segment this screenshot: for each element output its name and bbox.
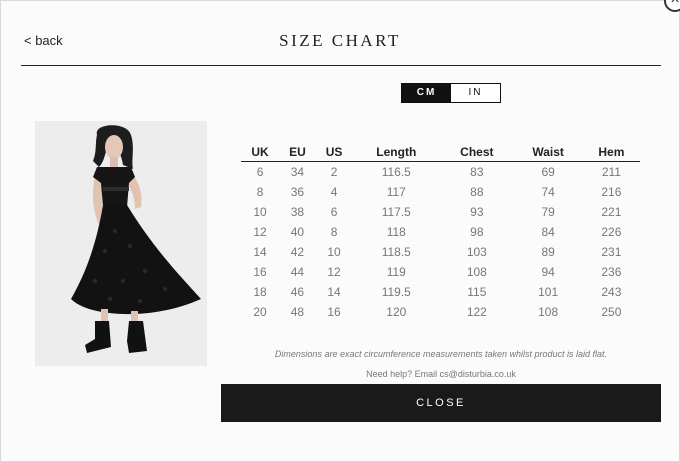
table-cell: 231 xyxy=(601,245,622,259)
table-cell: 250 xyxy=(601,305,622,319)
table-cell: 94 xyxy=(541,265,555,279)
column-header: UK xyxy=(241,143,280,162)
table-cell: 88 xyxy=(470,185,484,199)
table-header-row: UK EU US Length Chest Waist Hem xyxy=(241,143,640,162)
table-cell: 117.5 xyxy=(381,205,411,219)
table-cell: 40 xyxy=(290,225,305,239)
table-cell: 115 xyxy=(467,285,487,299)
table-cell: 98 xyxy=(470,225,484,239)
table-cell: 226 xyxy=(601,225,622,239)
table-cell: 42 xyxy=(290,245,305,259)
table-row: 8 36 4 117 88 74 216 xyxy=(241,182,640,202)
table-cell: 119.5 xyxy=(381,285,411,299)
table-cell: 10 xyxy=(327,245,341,259)
column-header: Length xyxy=(352,143,441,162)
table-cell: 216 xyxy=(601,185,622,199)
column-header: Waist xyxy=(513,143,583,162)
table-cell: 83 xyxy=(470,165,484,179)
table-cell: 79 xyxy=(541,205,555,219)
size-table: UK EU US Length Chest Waist Hem 6 34 2 116.… xyxy=(241,143,640,322)
table-cell: 108 xyxy=(538,305,559,319)
table-cell: 122 xyxy=(466,305,487,319)
column-header: Hem xyxy=(582,143,640,162)
table-cell: 16 xyxy=(327,305,341,319)
table-cell: 243 xyxy=(601,285,622,299)
table-row: 12 40 8 118 98 84 226 xyxy=(241,222,640,242)
table-cell: 108 xyxy=(466,265,487,279)
table-cell: 46 xyxy=(290,285,305,299)
table-cell: 221 xyxy=(601,205,622,219)
table-cell: 36 xyxy=(290,185,305,199)
table-cell: 48 xyxy=(290,305,305,319)
table-cell: 211 xyxy=(601,165,621,179)
table-cell: 89 xyxy=(541,245,555,259)
table-cell: 116.5 xyxy=(381,165,411,179)
table-cell: 93 xyxy=(470,205,484,219)
table-cell: 74 xyxy=(541,185,555,199)
table-cell: 119 xyxy=(386,265,406,279)
table-cell: 38 xyxy=(290,205,305,219)
table-cell: 12 xyxy=(253,225,267,239)
table-cell: 14 xyxy=(253,245,267,259)
help-text: Need help? Email cs@disturbia.co.uk xyxy=(366,369,516,379)
table-cell: 2 xyxy=(330,165,338,179)
table-cell: 118 xyxy=(386,225,406,239)
table-cell: 6 xyxy=(330,205,338,219)
close-button[interactable]: CLOSE xyxy=(221,384,661,422)
table-cell: 236 xyxy=(601,265,622,279)
table-cell: 4 xyxy=(330,185,338,199)
table-cell: 103 xyxy=(466,245,487,259)
table-cell: 44 xyxy=(290,265,305,279)
table-row: 16 44 12 119 108 94 236 xyxy=(241,262,640,282)
table-cell: 101 xyxy=(538,285,559,299)
title-divider xyxy=(21,65,661,66)
table-cell: 117 xyxy=(386,185,406,199)
table-row: 6 34 2 116.5 83 69 211 xyxy=(241,162,640,183)
unit-toggle: CM IN xyxy=(401,83,501,103)
table-cell: 84 xyxy=(541,225,555,239)
table-cell: 20 xyxy=(253,305,267,319)
table-cell: 34 xyxy=(290,165,305,179)
column-header: EU xyxy=(279,143,316,162)
table-row: 18 46 14 119.5 115 101 243 xyxy=(241,282,640,302)
column-header: Chest xyxy=(440,143,514,162)
table-cell: 18 xyxy=(253,285,267,299)
table-row: 20 48 16 120 122 108 250 xyxy=(241,302,640,322)
table-row: 10 38 6 117.5 93 79 221 xyxy=(241,202,640,222)
table-cell: 10 xyxy=(253,205,267,219)
table-cell: 120 xyxy=(386,305,407,319)
product-image xyxy=(35,121,207,366)
measurement-disclaimer: Dimensions are exact circumference measu… xyxy=(274,349,608,359)
page-title: SIZE CHART xyxy=(279,31,401,50)
table-cell: 118.5 xyxy=(381,245,411,259)
column-header: US xyxy=(315,143,353,162)
table-cell: 6 xyxy=(256,165,264,179)
table-cell: 14 xyxy=(327,285,341,299)
table-cell: 12 xyxy=(327,265,341,279)
unit-option-cm[interactable]: CM xyxy=(402,84,451,102)
table-cell: 8 xyxy=(256,185,264,199)
table-cell: 69 xyxy=(541,165,555,179)
table-row: 14 42 10 118.5 103 89 231 xyxy=(241,242,640,262)
table-cell: 8 xyxy=(330,225,338,239)
unit-option-in[interactable]: IN xyxy=(451,84,500,102)
table-cell: 16 xyxy=(253,265,267,279)
dress-model-illustration xyxy=(35,121,207,366)
